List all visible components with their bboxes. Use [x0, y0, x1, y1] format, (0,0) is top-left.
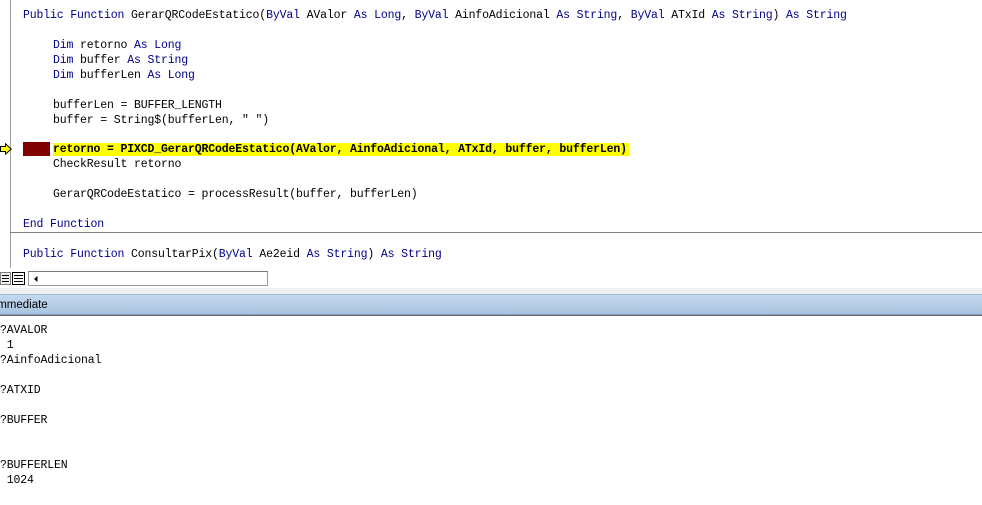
- keyword: As String: [306, 248, 368, 261]
- immediate-line[interactable]: ?BUFFER: [0, 413, 47, 428]
- immediate-line[interactable]: ?AVALOR: [0, 323, 47, 338]
- punctuation: ,: [617, 9, 631, 22]
- immediate-line[interactable]: 1024: [0, 473, 34, 488]
- keyword: ByVal: [630, 9, 672, 22]
- identifier: ATxId: [671, 9, 712, 22]
- identifier: bufferLen: [80, 69, 148, 82]
- keyword: ByVal: [414, 9, 456, 22]
- punctuation: ,: [401, 9, 415, 22]
- identifier: buffer: [80, 54, 128, 67]
- code-line-checkresult[interactable]: CheckResult retorno: [53, 157, 181, 172]
- identifier: GerarQRCodeEstatico(: [131, 9, 267, 22]
- immediate-line[interactable]: ?AinfoAdicional: [0, 353, 101, 368]
- scroll-left-arrow-icon[interactable]: [30, 273, 42, 285]
- code-line-end-function[interactable]: End Function: [23, 217, 104, 232]
- keyword: Dim: [53, 39, 81, 52]
- keyword: As Long: [147, 69, 195, 82]
- keyword: Dim: [53, 69, 81, 82]
- execution-highlight: retorno = PIXCD_GerarQRCodeEstatico(AVal…: [53, 143, 629, 156]
- identifier: retorno: [80, 39, 135, 52]
- keyword: As String: [380, 248, 442, 261]
- identifier: AinfoAdicional: [455, 9, 557, 22]
- punctuation: ): [772, 9, 787, 22]
- code-line-current-statement[interactable]: retorno = PIXCD_GerarQRCodeEstatico(AVal…: [53, 142, 629, 157]
- breakpoint-marker[interactable]: [23, 142, 50, 156]
- punctuation: ): [367, 248, 381, 261]
- keyword: As String: [556, 9, 618, 22]
- code-line-dim-retorno[interactable]: Dim retorno As Long: [53, 38, 181, 53]
- keyword: Public Function: [23, 9, 132, 22]
- keyword: ByVal: [218, 248, 260, 261]
- code-line-return-assign[interactable]: GerarQRCodeEstatico = processResult(buff…: [53, 187, 418, 202]
- immediate-window[interactable]: ?AVALOR 1 ?AinfoAdicional ?ATXID ?BUFFER…: [0, 315, 982, 505]
- procedure-separator: [10, 232, 982, 233]
- code-line-dim-bufferlen[interactable]: Dim bufferLen As Long: [53, 68, 195, 83]
- keyword: ByVal: [266, 9, 307, 22]
- keyword: As Long: [353, 9, 402, 22]
- code-window[interactable]: Public Function GerarQRCodeEstatico(ByVa…: [0, 0, 982, 288]
- immediate-window-title: Immediate: [0, 299, 48, 311]
- keyword: End Function: [23, 218, 105, 231]
- keyword: Public Function: [23, 248, 132, 261]
- immediate-window-titlebar[interactable]: Immediate: [0, 294, 982, 315]
- immediate-line[interactable]: ?ATXID: [0, 383, 41, 398]
- keyword: As String: [786, 9, 847, 22]
- immediate-line[interactable]: ?BUFFERLEN: [0, 458, 68, 473]
- procedure-view-icon[interactable]: [0, 270, 28, 286]
- keyword: Dim: [53, 54, 81, 67]
- identifier: Ae2eid: [259, 248, 307, 261]
- code-line-function-header-consultarpix[interactable]: Public Function ConsultarPix(ByVal Ae2ei…: [23, 247, 442, 262]
- horizontal-scrollbar[interactable]: [28, 271, 268, 286]
- keyword: As String: [127, 54, 189, 67]
- execution-pointer-icon[interactable]: [0, 143, 12, 155]
- keyword: As String: [711, 9, 773, 22]
- code-line-function-header[interactable]: Public Function GerarQRCodeEstatico(ByVa…: [23, 8, 847, 23]
- keyword: As Long: [134, 39, 182, 52]
- margin-indicator-bar[interactable]: [0, 0, 11, 268]
- code-line-buffer-assign[interactable]: buffer = String$(bufferLen, " "): [53, 113, 269, 128]
- code-line-bufferlen-assign[interactable]: bufferLen = BUFFER_LENGTH: [53, 98, 222, 113]
- identifier: AValor: [306, 9, 354, 22]
- identifier: ConsultarPix(: [131, 248, 219, 261]
- immediate-line[interactable]: 1: [0, 338, 14, 353]
- code-line-dim-buffer[interactable]: Dim buffer As String: [53, 53, 188, 68]
